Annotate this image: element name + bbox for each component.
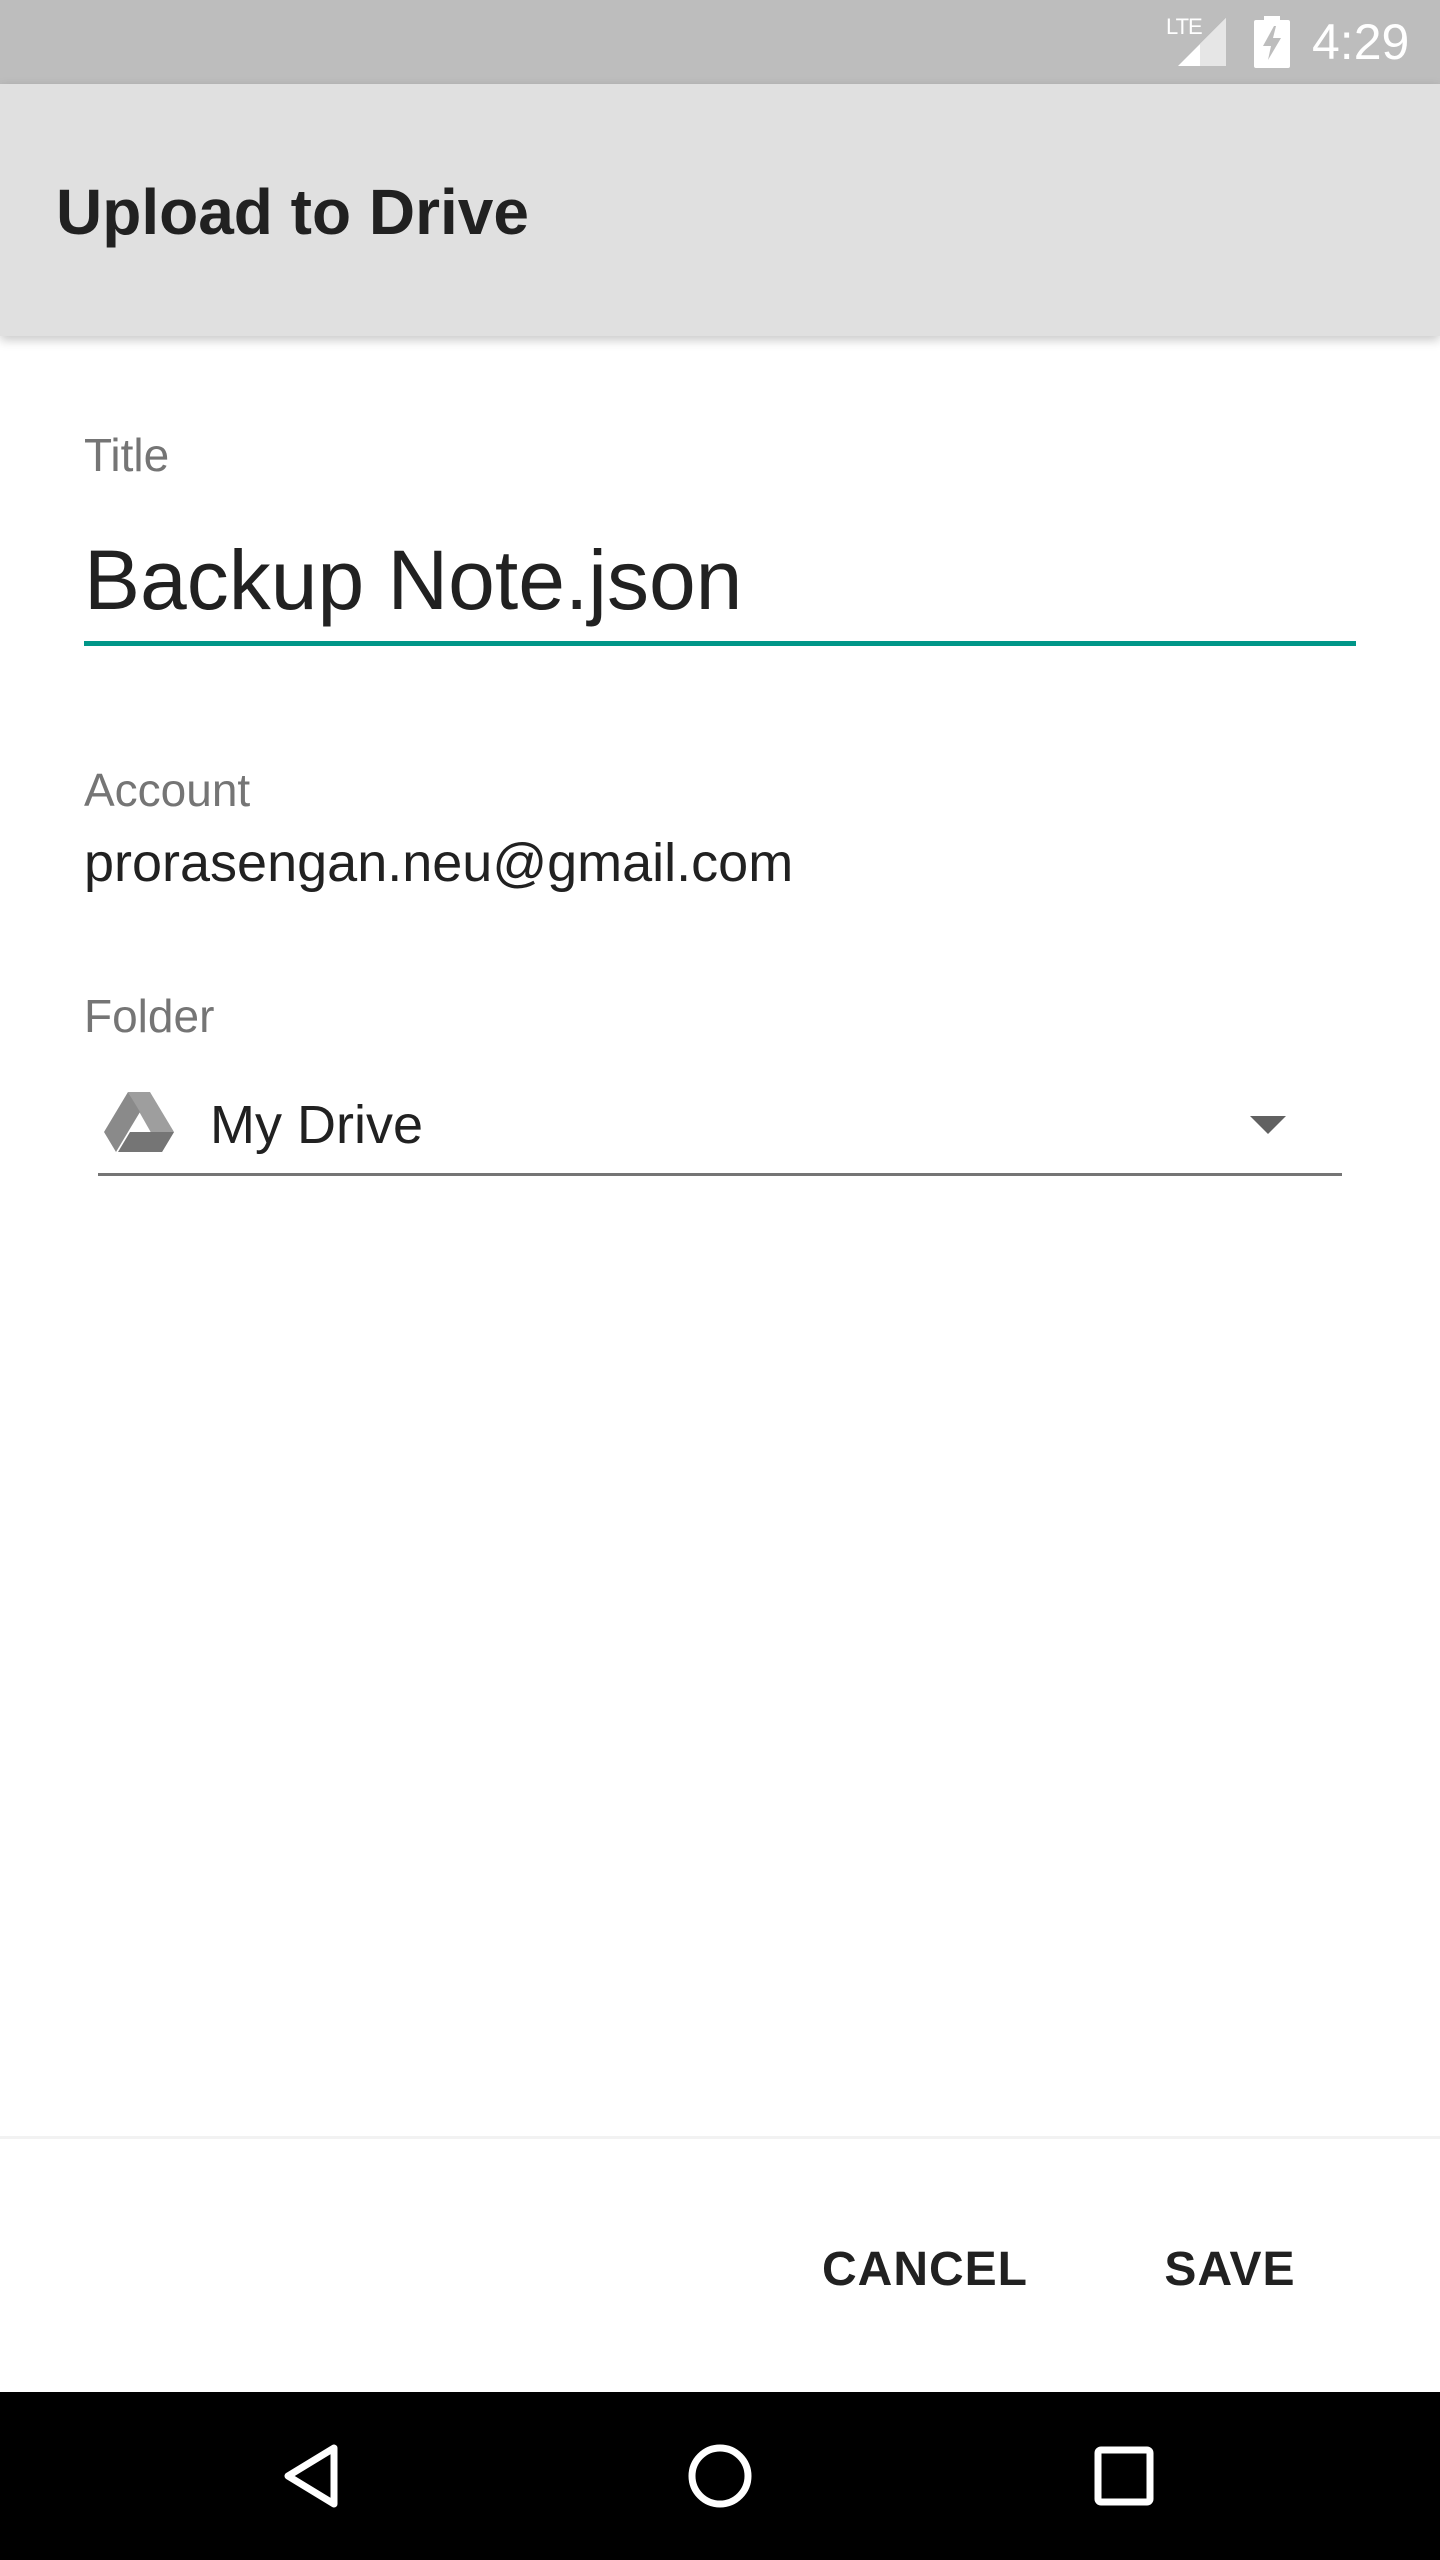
home-circle-icon[interactable] <box>680 2436 760 2516</box>
save-button[interactable]: SAVE <box>1150 2230 1310 2310</box>
status-bar: LTE 4:29 <box>0 0 1440 84</box>
account-email: prorasengan.neu@gmail.com <box>84 833 794 893</box>
folder-field-label: Folder <box>84 990 215 1042</box>
battery-charging-icon <box>1254 16 1290 68</box>
upload-to-drive-screen: LTE 4:29 Upload to Drive Title Account p… <box>0 0 1440 2560</box>
chevron-down-icon <box>1250 1116 1286 1134</box>
navigation-bar <box>0 2392 1440 2560</box>
app-bar: Upload to Drive <box>0 84 1440 336</box>
status-time: 4:29 <box>1312 14 1410 70</box>
title-field-label: Title <box>84 429 170 481</box>
account-field-label: Account <box>84 764 251 816</box>
title-input[interactable] <box>84 520 1356 646</box>
recents-square-icon[interactable] <box>1084 2436 1164 2516</box>
cancel-button[interactable]: CANCEL <box>810 2230 1040 2310</box>
google-drive-icon <box>104 1092 174 1152</box>
back-triangle-icon[interactable] <box>276 2436 356 2516</box>
network-type-label: LTE <box>1166 14 1203 39</box>
page-title: Upload to Drive <box>56 176 529 248</box>
folder-dropdown[interactable]: My Drive <box>98 1076 1342 1176</box>
action-bar-divider <box>0 2136 1440 2139</box>
folder-selected-value: My Drive <box>210 1095 423 1155</box>
